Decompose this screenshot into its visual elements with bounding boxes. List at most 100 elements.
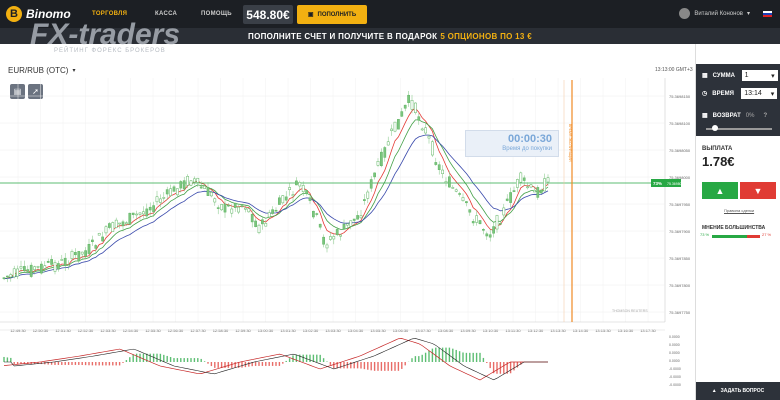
candle: [172, 186, 176, 192]
candle: [386, 141, 390, 146]
call-button[interactable]: ▲: [702, 182, 738, 199]
refund-icon: ▦: [702, 113, 708, 119]
macd-bar: [149, 353, 151, 362]
macd-bar: [129, 357, 131, 362]
deposit-button[interactable]: ▣ ПОПОЛНИТЬ: [297, 5, 367, 24]
binomo-logo-icon: B: [6, 6, 22, 22]
candle: [499, 223, 502, 225]
candle: [369, 179, 373, 189]
help-icon[interactable]: ?: [763, 113, 767, 119]
time-tick: 12:54:30: [123, 328, 139, 333]
macd-bar: [227, 362, 230, 368]
macd-bar: [339, 362, 342, 369]
candle: [67, 264, 70, 266]
trade-rules-link[interactable]: Правила сделки: [724, 208, 754, 213]
candle: [142, 211, 145, 215]
time-tick: 13:03:30: [325, 328, 341, 333]
price-badge-percent: 73%: [653, 181, 662, 186]
macd-bar: [475, 352, 478, 362]
language-flag-icon[interactable]: [763, 11, 772, 17]
candle: [2, 277, 6, 279]
macd-bar: [64, 362, 66, 365]
candle: [84, 250, 87, 257]
time-row: ◷ ВРЕМЯ 13:14 ▾: [702, 88, 778, 99]
wallet-icon: ▣: [307, 12, 314, 18]
price-tick: 75.3698050: [669, 148, 691, 153]
nav-help[interactable]: ПОМОЩЬ: [201, 0, 232, 28]
time-tick: 12:52:30: [78, 328, 94, 333]
candle: [461, 197, 465, 202]
macd-bar: [207, 362, 209, 364]
macd-bar: [254, 362, 257, 366]
macd-bar: [166, 355, 168, 362]
macd-bar: [503, 362, 505, 374]
ask-question-button[interactable]: ▲ ЗАДАТЬ ВОПРОС: [696, 382, 780, 400]
macd-bar: [200, 358, 202, 362]
candle: [254, 220, 257, 228]
candle: [533, 189, 536, 193]
macd-bar: [275, 362, 277, 366]
candle: [291, 194, 295, 197]
candle: [315, 213, 319, 215]
refund-slider-handle[interactable]: [712, 125, 718, 131]
macd-bar: [180, 358, 182, 362]
macd-bar: [411, 358, 413, 362]
candle: [169, 188, 172, 197]
trend-down-icon: ▼: [753, 185, 763, 196]
macd-bar: [234, 362, 236, 368]
candle: [281, 195, 285, 204]
macd-bar: [516, 362, 519, 368]
amount-select[interactable]: 1 ▾: [741, 70, 778, 81]
macd-bar: [217, 362, 219, 368]
candle: [519, 172, 523, 183]
time-tick: 13:02:30: [303, 328, 319, 333]
price-chart[interactable]: ВРЕМЯ ЭКСПИРАЦИИ THOMSON REUTERS 75.36981…: [0, 44, 695, 400]
time-tick: 12:59:30: [235, 328, 251, 333]
candle: [145, 208, 149, 217]
expiry-label: ВРЕМЯ ЭКСПИРАЦИИ: [568, 124, 572, 162]
candle: [414, 102, 417, 113]
macd-bar: [377, 362, 379, 371]
macd-bar: [496, 362, 498, 374]
price-tick: 75.3697900: [669, 229, 691, 234]
macd-bar: [105, 362, 107, 366]
macd-bar: [350, 362, 352, 369]
candle: [512, 190, 516, 192]
candle: [77, 251, 81, 262]
time-select[interactable]: 13:14 ▾: [741, 88, 778, 99]
macd-bar: [288, 358, 291, 362]
candle: [46, 261, 50, 263]
candle: [492, 226, 495, 234]
macd-bar: [309, 354, 311, 362]
candle: [23, 266, 26, 272]
candle: [329, 236, 332, 240]
macd-panel: 0.0000 0.0000 0.0000 0.0000 -0.0000 -0.0000 -0…: [0, 329, 681, 387]
macd-bar: [176, 358, 179, 362]
candle: [101, 236, 104, 242]
trade-panel: ▦ СУММА 1 ▾ ◷ ВРЕМЯ 13:14 ▾ ▦ ВОЗВРАТ 0% ?…: [696, 64, 780, 400]
put-button[interactable]: ▼: [740, 182, 776, 199]
candle: [210, 192, 213, 197]
macd-bar: [384, 362, 386, 371]
candle: [261, 219, 264, 225]
candle: [288, 187, 291, 190]
user-menu[interactable]: Виталий Кононов ▾: [679, 8, 750, 19]
candle: [478, 220, 482, 225]
chart-area[interactable]: EUR/RUB (OTC) ▾ 13:13:00 GMT+3 ▤ ➚ ВРЕМЯ…: [0, 44, 696, 400]
candle: [199, 186, 203, 189]
macd-bar: [135, 353, 138, 362]
balance-display[interactable]: 548.80€: [243, 5, 293, 24]
macd-bar: [241, 362, 243, 368]
macd-bar: [101, 362, 104, 366]
macd-bar: [489, 362, 491, 369]
time-tick: 13:14:30: [573, 328, 589, 333]
candle: [366, 191, 370, 199]
candle: [155, 196, 159, 203]
candle: [104, 226, 108, 234]
candle: [346, 223, 349, 226]
candle: [332, 236, 336, 240]
candle: [196, 177, 200, 183]
macd-bar: [258, 362, 260, 366]
candle: [509, 192, 512, 203]
candle: [284, 196, 288, 201]
